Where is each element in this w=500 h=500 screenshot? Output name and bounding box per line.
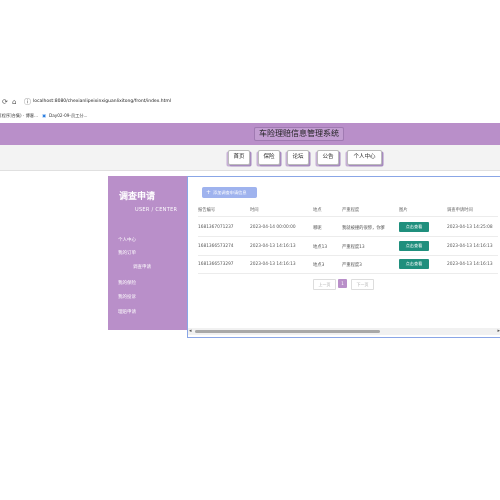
- nav-forum[interactable]: 论坛: [287, 150, 309, 165]
- sidebar: 调查申请 USER / CENTER 个人中心 我的订单 调查申请 我的保险 我…: [108, 176, 187, 330]
- main-panel: + 添加调查申请信息 报告编号 时间 地点 严重程度 图片 调查申请时间 168…: [187, 176, 500, 338]
- divider: [198, 216, 498, 217]
- sidebar-item-my-insurance[interactable]: 我的保险: [118, 280, 136, 286]
- column-header-severity: 严重程度: [342, 208, 360, 213]
- site-title: 车险理赔信息管理系统: [254, 127, 344, 141]
- cell-place: 哪呢: [313, 226, 322, 231]
- sidebar-item-claims[interactable]: 理赔申请: [118, 309, 136, 315]
- home-icon[interactable]: ⌂: [12, 98, 16, 107]
- nav-user-center[interactable]: 个人中心: [347, 150, 382, 165]
- info-icon[interactable]: ⓘ: [24, 98, 31, 107]
- scroll-left-icon[interactable]: ◂: [189, 328, 192, 335]
- cell-place: 地点3: [313, 263, 325, 268]
- cell-time: 2023-04-13 14:16:13: [250, 244, 296, 249]
- nav-home[interactable]: 首页: [228, 150, 250, 165]
- sidebar-item-survey-request[interactable]: 调查申请: [133, 264, 151, 270]
- bookmark-item[interactable]: [程序]合集) · 博客...: [0, 113, 38, 119]
- page-number-button[interactable]: 1: [338, 279, 347, 288]
- cell-applied: 2023-04-13 14:16:13: [447, 244, 493, 249]
- view-button[interactable]: 点击查看: [399, 222, 429, 232]
- add-survey-label: 添加调查申请信息: [213, 190, 247, 195]
- divider: [198, 236, 498, 237]
- cell-time: 2023-04-13 14:16:13: [250, 262, 296, 267]
- cell-place: 地点13: [313, 245, 328, 250]
- divider: [198, 273, 498, 274]
- column-header-place: 地点: [313, 208, 322, 213]
- site-header: 车险理赔信息管理系统: [0, 123, 500, 145]
- reload-icon[interactable]: ⟳: [2, 98, 8, 107]
- cell-applied: 2023-04-13 14:25:08: [447, 225, 493, 230]
- cell-id: 1681367071237: [198, 225, 234, 230]
- nav-notice[interactable]: 公告: [317, 150, 339, 165]
- next-page-button[interactable]: 下一页: [351, 279, 374, 290]
- column-header-image: 图片: [399, 208, 408, 213]
- cell-id: 1681366573274: [198, 244, 234, 249]
- add-survey-button[interactable]: + 添加调查申请信息: [202, 187, 257, 198]
- sidebar-item-user-center[interactable]: 个人中心: [118, 237, 136, 243]
- view-button[interactable]: 点击查看: [399, 241, 429, 251]
- column-header-applied: 调查申请时间: [447, 208, 473, 213]
- folder-icon: ▣: [42, 113, 46, 118]
- cell-severity: 严重程度3: [342, 263, 362, 268]
- url-text[interactable]: localhost:8080/chexianlipeixinxiguanlixi…: [33, 99, 171, 104]
- cell-severity: 我就被撞的很惨，你爹: [342, 226, 385, 231]
- scrollbar-thumb[interactable]: [195, 330, 380, 333]
- bookmarks-bar: [程序]合集) · 博客... ▣ Day02-09-员工分...: [0, 110, 500, 124]
- column-header-time: 时间: [250, 208, 259, 213]
- cell-severity: 严重程度13: [342, 245, 365, 250]
- column-header-id: 报告编号: [198, 208, 216, 213]
- address-bar: ⟳ ⌂ ⓘ localhost:8080/chexianlipeixinxigu…: [0, 96, 500, 110]
- nav-insurance[interactable]: 保险: [258, 150, 280, 165]
- cell-applied: 2023-04-13 14:16:13: [447, 262, 493, 267]
- sidebar-title: 调查申请: [119, 192, 156, 202]
- plus-icon: +: [206, 189, 212, 196]
- cell-id: 1681366573297: [198, 262, 234, 267]
- divider: [198, 255, 498, 256]
- sidebar-subtitle: USER / CENTER: [135, 207, 178, 213]
- sidebar-item-my-orders[interactable]: 我的订单: [118, 250, 136, 256]
- prev-page-button[interactable]: 上一页: [313, 279, 336, 290]
- bookmark-item[interactable]: Day02-09-员工分...: [49, 113, 88, 119]
- horizontal-scrollbar[interactable]: ◂ ▸: [188, 328, 500, 335]
- main-nav: 首页 保险 论坛 公告 个人中心: [0, 145, 500, 171]
- sidebar-item-my-complaints[interactable]: 我的投诉: [118, 294, 136, 300]
- cell-time: 2023-04-14 00:00:00: [250, 225, 296, 230]
- view-button[interactable]: 点击查看: [399, 259, 429, 269]
